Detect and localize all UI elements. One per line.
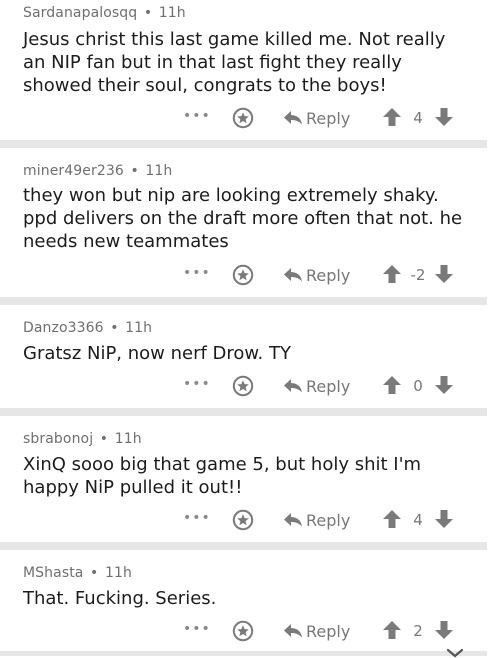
- downvote-arrow-icon[interactable]: [434, 375, 454, 395]
- meta-separator: •: [110, 320, 119, 336]
- comment-time: 11h: [145, 163, 173, 179]
- downvote-arrow-icon[interactable]: [434, 107, 454, 127]
- comment-time: 11h: [158, 5, 186, 21]
- comment-text: XinQ sooo big that game 5, but holy shit…: [23, 454, 422, 498]
- collapse-chevron-icon[interactable]: [445, 648, 465, 658]
- vote-score: 0: [413, 377, 423, 395]
- comment-meta: miner49er236 • 11h: [23, 163, 172, 179]
- comment-meta: Danzo3366 • 11h: [23, 320, 152, 336]
- reply-label: Reply: [306, 621, 351, 641]
- more-options-icon[interactable]: •••: [183, 266, 211, 280]
- comment-actions: ••• Reply 2: [0, 619, 500, 643]
- comment-time: 11h: [125, 320, 153, 336]
- comment-author[interactable]: sbrabonoj: [23, 431, 93, 447]
- comment-author[interactable]: MShasta: [23, 565, 83, 581]
- meta-separator: •: [143, 5, 153, 21]
- comment-divider: [0, 542, 487, 550]
- upvote-arrow-icon[interactable]: [382, 509, 402, 529]
- comment-divider: [0, 651, 487, 656]
- save-icon[interactable]: [232, 509, 254, 531]
- comment-text: they won but nip are looking extremely s…: [23, 185, 463, 252]
- downvote-arrow-icon[interactable]: [434, 620, 454, 640]
- comment-actions: ••• Reply 4: [0, 106, 500, 130]
- reply-arrow-icon: [284, 268, 302, 282]
- comment-author[interactable]: Sardanapalosqq: [23, 5, 137, 21]
- upvote-arrow-icon[interactable]: [382, 375, 402, 395]
- reply-button[interactable]: Reply: [283, 509, 350, 531]
- comment-time: 11h: [104, 565, 132, 581]
- reply-label: Reply: [306, 510, 351, 530]
- meta-separator: •: [99, 431, 109, 447]
- comment-divider: [0, 297, 487, 305]
- vote-score: 4: [413, 511, 423, 529]
- meta-separator: •: [90, 565, 99, 581]
- comment-actions: ••• Reply 4: [0, 508, 500, 532]
- vote-score: 2: [413, 622, 423, 640]
- upvote-arrow-icon[interactable]: [382, 264, 402, 284]
- vote-score: -2: [410, 266, 426, 284]
- downvote-arrow-icon[interactable]: [434, 509, 454, 529]
- meta-separator: •: [130, 163, 139, 179]
- more-options-icon[interactable]: •••: [183, 511, 211, 525]
- comment-actions: ••• Reply -2: [0, 263, 500, 287]
- comment-text: That. Fucking. Series.: [23, 588, 217, 609]
- comment-time: 11h: [114, 431, 142, 447]
- comment-meta: sbrabonoj • 11h: [23, 431, 142, 447]
- reply-arrow-icon: [284, 111, 302, 125]
- comment-meta: Sardanapalosqq • 11h: [23, 5, 186, 21]
- comment-author[interactable]: Danzo3366: [23, 320, 104, 336]
- more-options-icon[interactable]: •••: [183, 377, 211, 391]
- comment-text: Gratsz NiP, now nerf Drow. TY: [23, 343, 291, 364]
- save-icon[interactable]: [232, 264, 254, 286]
- save-icon[interactable]: [232, 107, 254, 129]
- downvote-arrow-icon[interactable]: [434, 264, 454, 284]
- reply-button[interactable]: Reply: [283, 107, 350, 129]
- comment-meta: MShasta • 11h: [23, 565, 132, 581]
- more-options-icon[interactable]: •••: [183, 622, 211, 636]
- comment-divider: [0, 140, 487, 148]
- save-icon[interactable]: [232, 620, 254, 642]
- reply-label: Reply: [306, 376, 351, 396]
- reply-button[interactable]: Reply: [283, 375, 350, 397]
- save-icon[interactable]: [232, 375, 254, 397]
- upvote-arrow-icon[interactable]: [382, 620, 402, 640]
- reply-button[interactable]: Reply: [283, 620, 350, 642]
- reply-arrow-icon: [284, 513, 302, 527]
- reply-arrow-icon: [284, 379, 302, 393]
- reply-button[interactable]: Reply: [283, 264, 350, 286]
- comment-actions: ••• Reply 0: [0, 374, 500, 398]
- vote-score: 4: [413, 109, 423, 127]
- comment-author[interactable]: miner49er236: [23, 163, 124, 179]
- reply-label: Reply: [306, 265, 351, 285]
- reply-arrow-icon: [284, 624, 302, 638]
- more-options-icon[interactable]: •••: [183, 109, 211, 123]
- reply-label: Reply: [306, 108, 351, 128]
- comment-divider: [0, 408, 487, 416]
- comment-text: Jesus christ this last game killed me. N…: [23, 29, 446, 96]
- upvote-arrow-icon[interactable]: [382, 107, 402, 127]
